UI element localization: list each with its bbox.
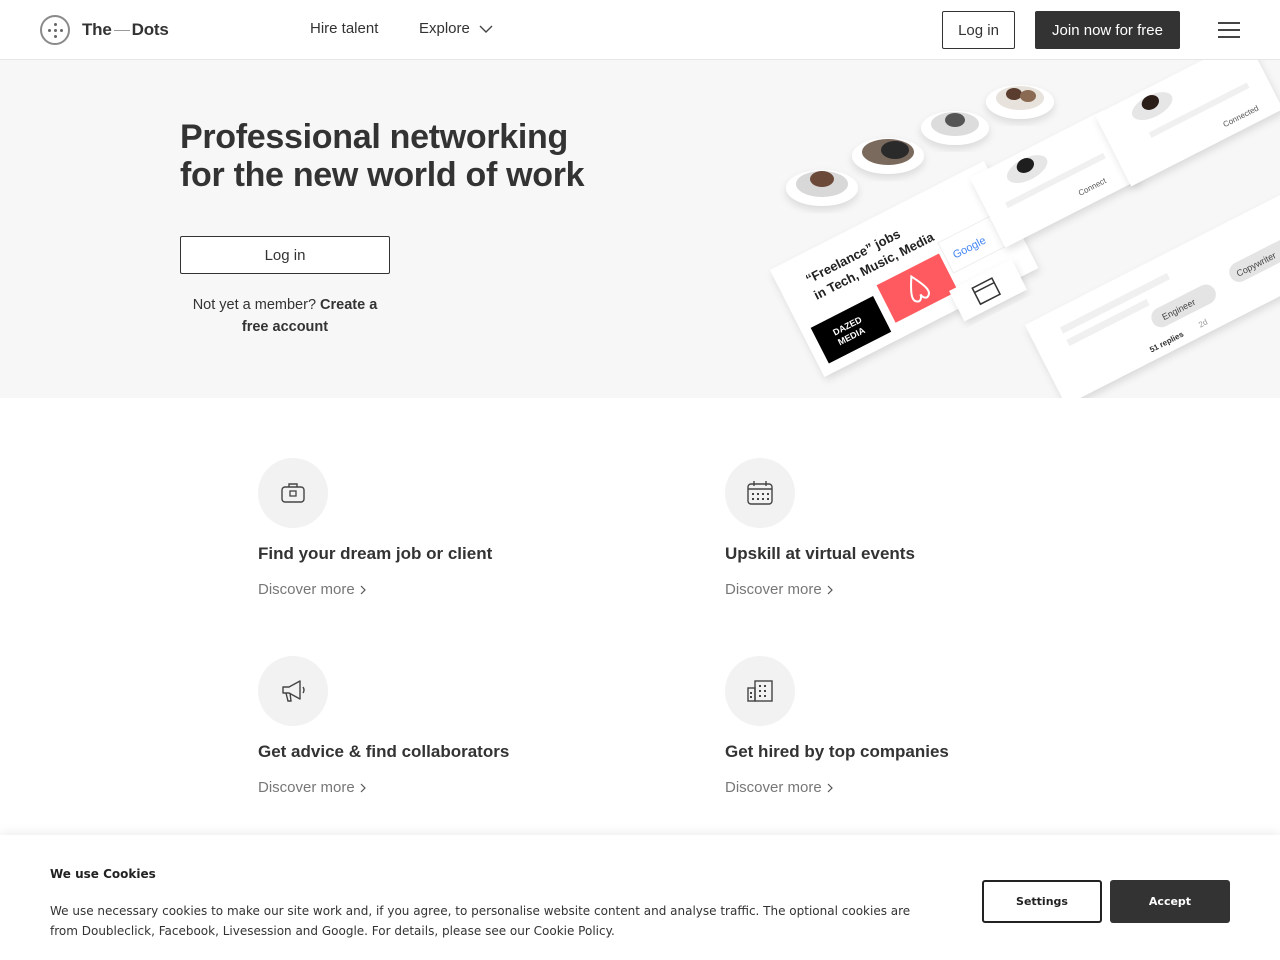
hero-illustration: “Freelance” jobs in Tech, Music, Media D… bbox=[770, 60, 1280, 398]
hero-section: Professional networking for the new worl… bbox=[0, 60, 1280, 398]
cookie-banner: We use Cookies We use necessary cookies … bbox=[0, 835, 1280, 960]
calendar-icon bbox=[725, 458, 795, 528]
feature-title: Upskill at virtual events bbox=[725, 544, 915, 563]
feature-virtual-events: Upskill at virtual events Discover more bbox=[725, 458, 1055, 608]
nav-explore-label: Explore bbox=[419, 20, 470, 37]
logo-dots-icon bbox=[40, 15, 70, 45]
discover-more-label: Discover more bbox=[258, 581, 355, 598]
discover-more-label: Discover more bbox=[725, 581, 822, 598]
top-navigation-bar: The Dots Hire talent Explore Log in Join… bbox=[0, 0, 1280, 60]
cookie-accept-button[interactable]: Accept bbox=[1110, 880, 1230, 923]
chevron-right-icon bbox=[360, 585, 366, 594]
discover-more-label: Discover more bbox=[725, 779, 822, 796]
feature-title: Get hired by top companies bbox=[725, 742, 949, 761]
nav-hire-talent-link[interactable]: Hire talent bbox=[310, 20, 378, 37]
logo-text-left: The bbox=[82, 20, 112, 39]
member-prompt-text: Not yet a member? bbox=[192, 297, 317, 313]
feature-advice-collaborators: Get advice & find collaborators Discover… bbox=[258, 656, 588, 806]
menu-hamburger-icon[interactable] bbox=[1218, 22, 1240, 38]
discover-more-link[interactable]: Discover more bbox=[725, 779, 833, 796]
join-now-button[interactable]: Join now for free bbox=[1035, 11, 1180, 49]
cookie-body: We use necessary cookies to make our sit… bbox=[50, 904, 911, 938]
cookie-title: We use Cookies bbox=[50, 867, 156, 881]
chevron-right-icon bbox=[827, 585, 833, 594]
nav-explore-dropdown[interactable]: Explore bbox=[419, 20, 493, 37]
header-login-button[interactable]: Log in bbox=[942, 11, 1015, 49]
hero-title: Professional networking for the new worl… bbox=[180, 118, 585, 194]
member-prompt: Not yet a member? Create a free account bbox=[180, 294, 390, 338]
connected-card: Connected bbox=[1095, 60, 1280, 187]
megaphone-icon bbox=[258, 656, 328, 726]
discover-more-link[interactable]: Discover more bbox=[258, 581, 366, 598]
feature-top-companies: Get hired by top companies Discover more bbox=[725, 656, 1055, 806]
chevron-down-icon bbox=[479, 25, 493, 33]
logo-dash bbox=[113, 29, 130, 31]
discover-more-link[interactable]: Discover more bbox=[258, 779, 366, 796]
briefcase-icon bbox=[258, 458, 328, 528]
logo-wordmark: The Dots bbox=[82, 20, 169, 40]
discover-more-label: Discover more bbox=[258, 779, 355, 796]
discover-more-link[interactable]: Discover more bbox=[725, 581, 833, 598]
hero-login-button[interactable]: Log in bbox=[180, 236, 390, 274]
discussion-card: Engineer Copywriter 51 replies 2d bbox=[1025, 193, 1280, 398]
feature-find-job: Find your dream job or client Discover m… bbox=[258, 458, 588, 608]
chevron-right-icon bbox=[360, 783, 366, 792]
feature-title: Find your dream job or client bbox=[258, 544, 493, 563]
building-icon bbox=[725, 656, 795, 726]
chevron-right-icon bbox=[827, 783, 833, 792]
cookie-settings-button[interactable]: Settings bbox=[982, 880, 1102, 923]
logo-text-right: Dots bbox=[131, 20, 169, 39]
feature-title: Get advice & find collaborators bbox=[258, 742, 510, 761]
the-dots-logo[interactable]: The Dots bbox=[40, 15, 169, 45]
